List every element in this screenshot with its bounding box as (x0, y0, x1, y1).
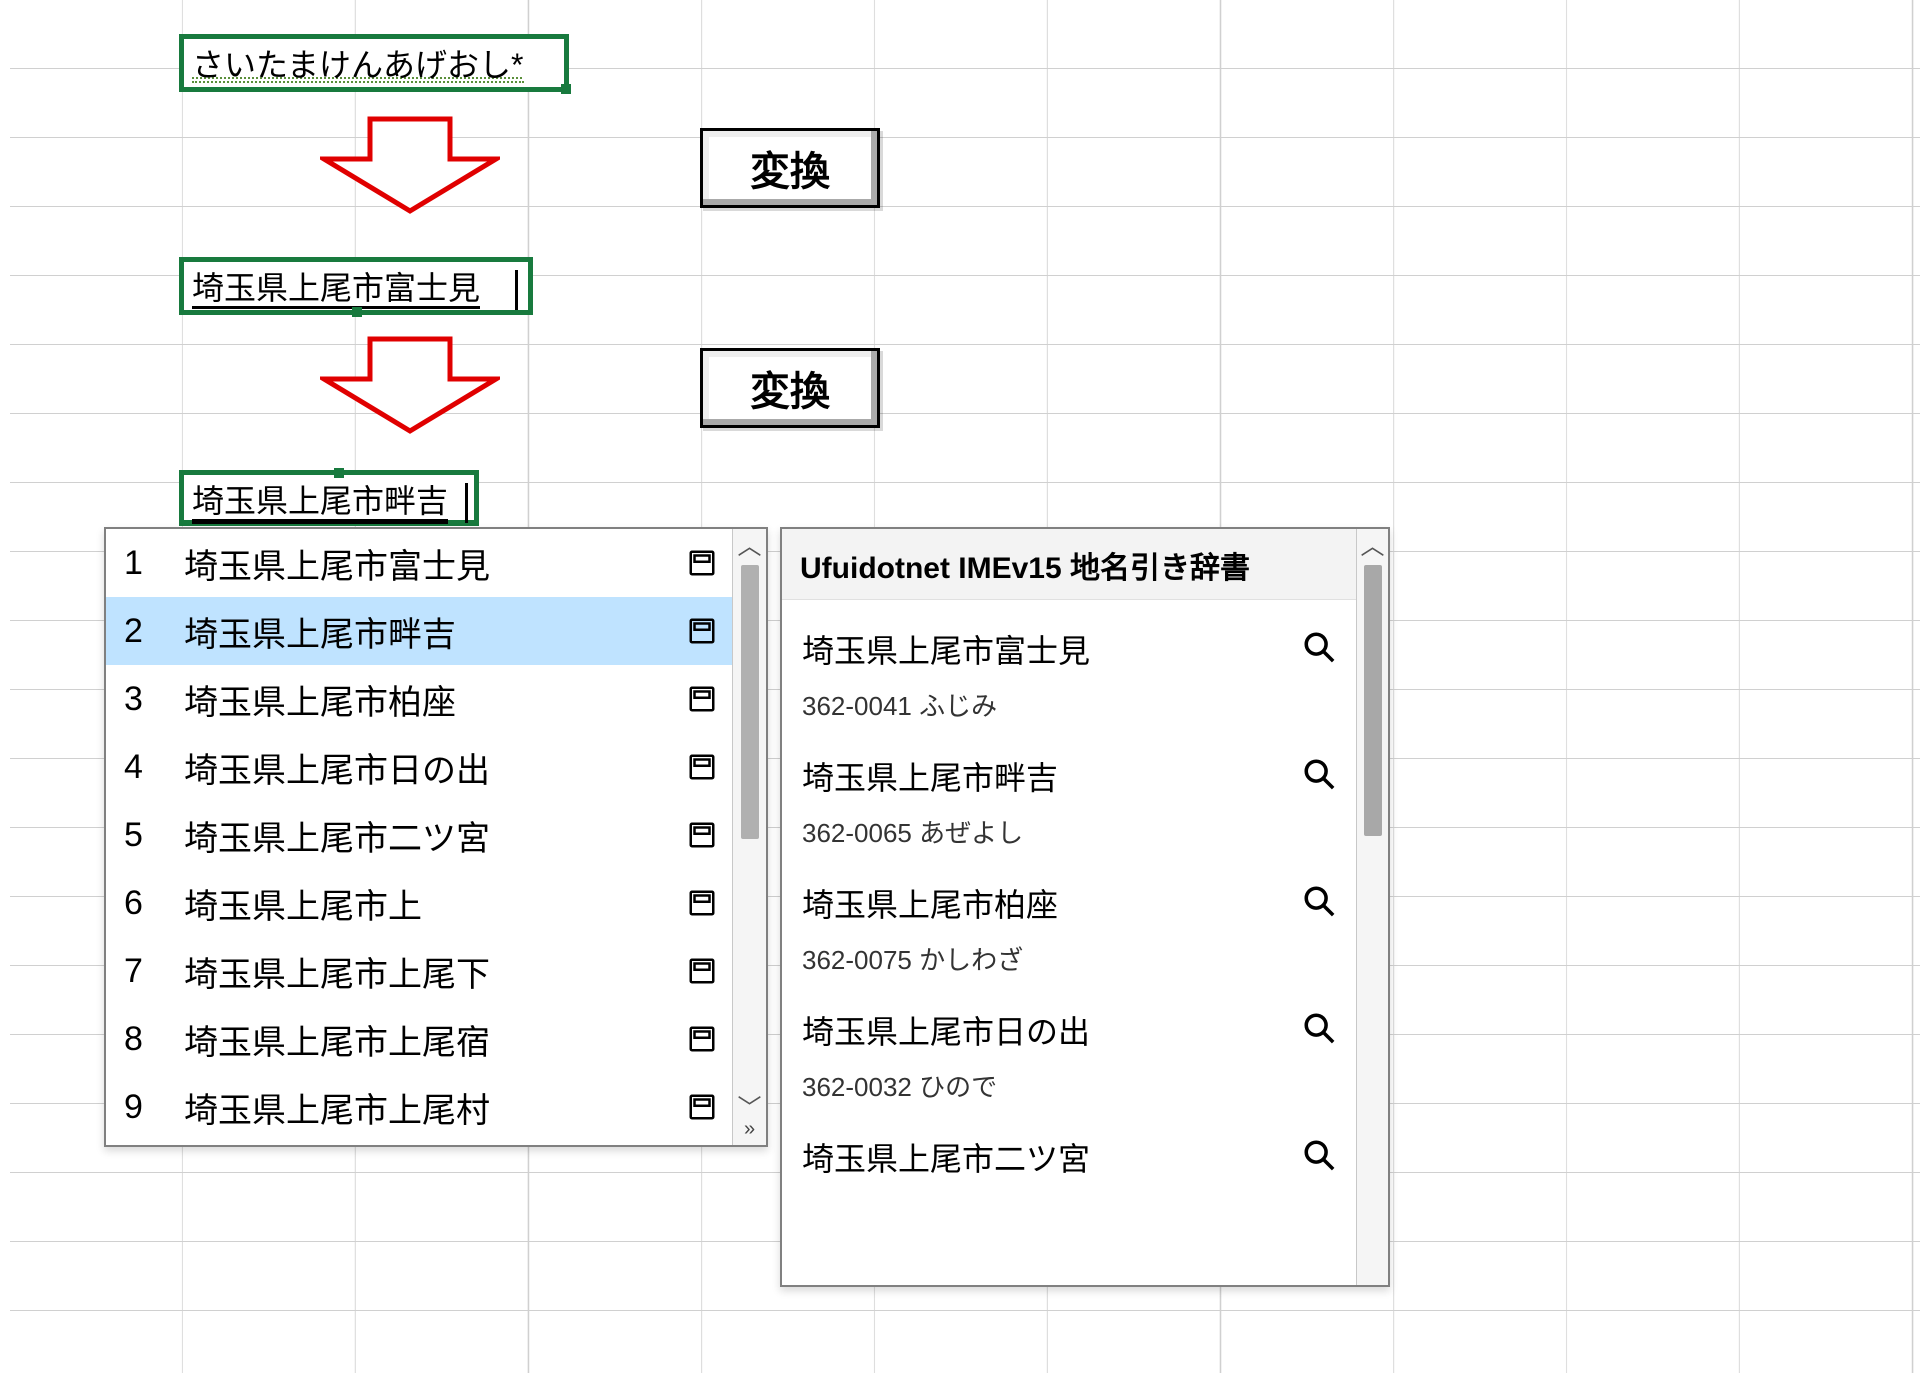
dictionary-entry: 埼玉県上尾市日の出 362-0032 ひので (802, 1007, 1356, 1104)
candidate-row[interactable]: 9 埼玉県上尾市上尾村 (106, 1073, 732, 1141)
convert-button-label: 変換 (750, 359, 830, 417)
dictionary-scrollbar[interactable]: ︿ (1356, 529, 1388, 1285)
candidate-number: 9 (124, 1088, 158, 1127)
dictionary-entry-meta: 362-0041 ふじみ (802, 686, 1356, 723)
candidate-text: 埼玉県上尾市上尾宿 (184, 1015, 658, 1064)
fill-handle-icon[interactable] (561, 84, 571, 94)
candidate-number: 3 (124, 680, 158, 719)
candidate-row[interactable]: 3 埼玉県上尾市柏座 (106, 665, 732, 733)
dictionary-entry-name: 埼玉県上尾市二ツ宮 (802, 1134, 1090, 1180)
candidate-row[interactable]: 4 埼玉県上尾市日の出 (106, 733, 732, 801)
cell-input-hiragana-text: さいたまけんあげおし* (192, 49, 524, 83)
cell-converted-2[interactable]: 埼玉県上尾市畔吉 (179, 470, 479, 526)
cell-converted-2-text: 埼玉県上尾市畔吉 (192, 485, 448, 524)
dictionary-entry-name: 埼玉県上尾市柏座 (802, 880, 1058, 926)
candidate-text: 埼玉県上尾市上尾村 (184, 1083, 658, 1132)
cell-converted-1[interactable]: 埼玉県上尾市富士見 (179, 257, 533, 315)
ime-candidate-list: 1埼玉県上尾市富士見2埼玉県上尾市畔吉3埼玉県上尾市柏座4埼玉県上尾市日の出5埼… (106, 529, 732, 1145)
candidate-number: 4 (124, 748, 158, 787)
cell-input-hiragana[interactable]: さいたまけんあげおし* (179, 34, 569, 92)
candidate-text: 埼玉県上尾市富士見 (184, 539, 658, 588)
search-icon[interactable] (1302, 630, 1336, 664)
candidate-row[interactable]: 8 埼玉県上尾市上尾宿 (106, 1005, 732, 1073)
candidate-number: 6 (124, 884, 158, 923)
scroll-up-icon[interactable]: ︿ (738, 535, 762, 559)
convert-button[interactable]: 変換 (700, 348, 880, 428)
candidate-scrollbar[interactable]: ︿ ﹀ » (732, 529, 766, 1145)
dictionary-entry-name: 埼玉県上尾市日の出 (802, 1007, 1090, 1053)
candidate-number: 5 (124, 816, 158, 855)
scrollbar-thumb[interactable] (1364, 565, 1382, 1279)
dictionary-icon[interactable] (684, 885, 720, 921)
dictionary-icon[interactable] (684, 953, 720, 989)
dictionary-entry: 埼玉県上尾市二ツ宮 (802, 1134, 1356, 1180)
text-caret-icon (465, 483, 468, 523)
dictionary-entry: 埼玉県上尾市富士見 362-0041 ふじみ (802, 626, 1356, 723)
down-arrow-icon (320, 115, 500, 215)
candidate-row[interactable]: 6 埼玉県上尾市上 (106, 869, 732, 937)
convert-button[interactable]: 変換 (700, 128, 880, 208)
candidate-row[interactable]: 7 埼玉県上尾市上尾下 (106, 937, 732, 1005)
candidate-row[interactable]: 1 埼玉県上尾市富士見 (106, 529, 732, 597)
search-icon[interactable] (1302, 1138, 1336, 1172)
candidate-number: 8 (124, 1020, 158, 1059)
dictionary-icon[interactable] (684, 1021, 720, 1057)
dictionary-entry-meta: 362-0032 ひので (802, 1067, 1356, 1104)
dictionary-entry-name: 埼玉県上尾市富士見 (802, 626, 1090, 672)
dictionary-title: Ufuidotnet IMEv15 地名引き辞書 (782, 529, 1356, 600)
dictionary-icon[interactable] (684, 545, 720, 581)
candidate-text: 埼玉県上尾市上尾下 (184, 947, 658, 996)
candidate-number: 1 (124, 544, 158, 583)
candidate-number: 7 (124, 952, 158, 991)
fill-handle-icon[interactable] (352, 307, 362, 317)
dictionary-entry-list: 埼玉県上尾市富士見 362-0041 ふじみ埼玉県上尾市畔吉 362-0065 あぜ… (782, 600, 1356, 1285)
dictionary-entry-meta: 362-0075 かしわざ (802, 940, 1356, 977)
cell-converted-1-text: 埼玉県上尾市富士見 (192, 272, 480, 304)
candidate-text: 埼玉県上尾市上 (184, 879, 658, 928)
candidate-row[interactable]: 2 埼玉県上尾市畔吉 (106, 597, 732, 665)
search-icon[interactable] (1302, 884, 1336, 918)
down-arrow-icon (320, 335, 500, 435)
ime-dictionary-panel: Ufuidotnet IMEv15 地名引き辞書 埼玉県上尾市富士見 362-00… (780, 527, 1390, 1287)
candidate-text: 埼玉県上尾市日の出 (184, 743, 658, 792)
candidate-number: 2 (124, 612, 158, 651)
scrollbar-thumb[interactable] (741, 565, 759, 1091)
dictionary-entry: 埼玉県上尾市柏座 362-0075 かしわざ (802, 880, 1356, 977)
dictionary-icon[interactable] (684, 749, 720, 785)
dictionary-entry: 埼玉県上尾市畔吉 362-0065 あぜよし (802, 753, 1356, 850)
dictionary-icon[interactable] (684, 681, 720, 717)
candidate-text: 埼玉県上尾市二ツ宮 (184, 811, 658, 860)
candidate-text: 埼玉県上尾市畔吉 (184, 607, 658, 656)
dictionary-entry-name: 埼玉県上尾市畔吉 (802, 753, 1058, 799)
expand-icon[interactable]: » (744, 1119, 755, 1139)
scroll-up-icon[interactable]: ︿ (1361, 535, 1385, 559)
dictionary-icon[interactable] (684, 1089, 720, 1125)
dictionary-icon[interactable] (684, 613, 720, 649)
candidate-text: 埼玉県上尾市柏座 (184, 675, 658, 724)
dictionary-icon[interactable] (684, 817, 720, 853)
dictionary-entry-meta: 362-0065 あぜよし (802, 813, 1356, 850)
search-icon[interactable] (1302, 757, 1336, 791)
candidate-row[interactable]: 5 埼玉県上尾市二ツ宮 (106, 801, 732, 869)
text-caret-icon (515, 270, 518, 310)
fill-handle-icon[interactable] (334, 468, 344, 478)
ime-candidate-panel: 1埼玉県上尾市富士見2埼玉県上尾市畔吉3埼玉県上尾市柏座4埼玉県上尾市日の出5埼… (104, 527, 768, 1147)
search-icon[interactable] (1302, 1011, 1336, 1045)
convert-button-label: 変換 (750, 139, 830, 197)
